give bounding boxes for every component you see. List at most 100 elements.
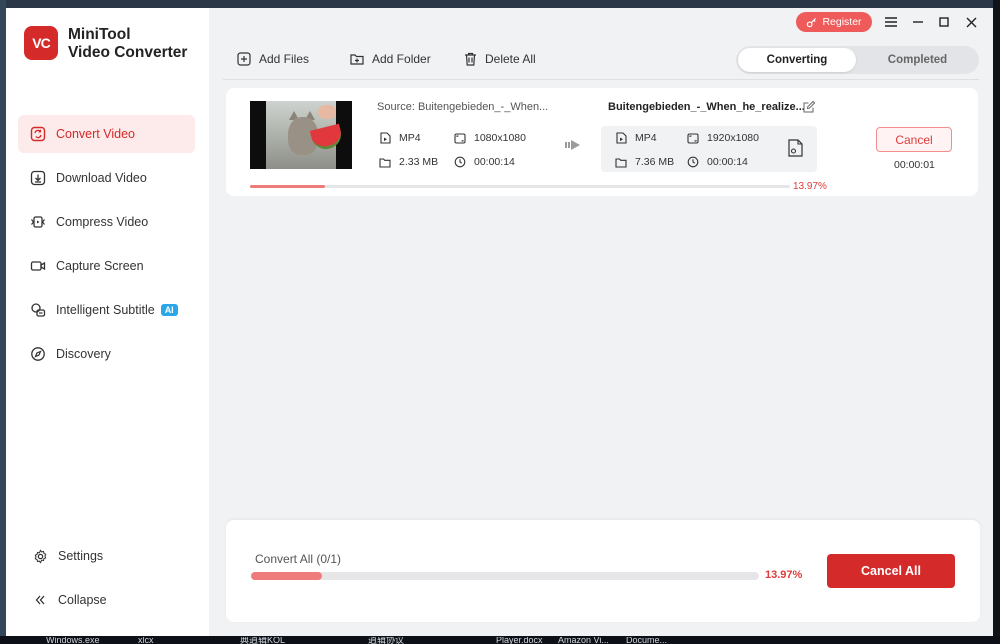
sidebar-item-convert-video[interactable]: Convert Video (18, 115, 195, 153)
output-resolution-value: 1920x1080 (707, 132, 759, 144)
collapse-button[interactable]: Collapse (32, 592, 192, 608)
status-tabs: Converting Completed (736, 46, 979, 74)
desktop-edge-right (993, 0, 1000, 644)
close-button[interactable] (962, 13, 980, 31)
output-size-value: 7.36 MB (635, 156, 675, 168)
clock-icon (454, 156, 466, 168)
source-size-value: 2.33 MB (399, 156, 439, 168)
source-duration: 00:00:14 (454, 156, 515, 168)
add-files-label: Add Files (259, 52, 310, 66)
app-title: MiniTool Video Converter (68, 26, 187, 62)
task-progress-bar (250, 185, 790, 188)
register-label: Register (822, 16, 862, 28)
brand-line2: Video Converter (68, 44, 188, 61)
taskbar-item[interactable]: Docume... (626, 637, 667, 644)
output-settings-box[interactable]: MP4 1920x1080 7.36 MB 00:00:14 (601, 126, 817, 172)
camera-icon (30, 258, 46, 274)
ai-badge: AI (160, 304, 178, 316)
app-logo: VC (24, 26, 58, 60)
taskbar-item[interactable]: 逍辑协议 (368, 637, 404, 644)
sidebar-item-label: Download Video (56, 171, 147, 185)
main-area: Register Add Files Add Folder Delete All… (209, 8, 993, 636)
collapse-label: Collapse (58, 593, 107, 607)
video-file-icon (615, 132, 627, 144)
conversion-task-card: Source: Buitengebieden_-_When... MP4 108… (226, 88, 978, 196)
source-size: 2.33 MB (379, 156, 438, 168)
add-folder-icon (350, 52, 364, 66)
thumbnail-hand (318, 105, 336, 119)
sidebar-item-label: Discovery (56, 347, 111, 361)
sidebar-item-discovery[interactable]: Discovery (18, 335, 195, 373)
delete-all-label: Delete All (485, 52, 536, 66)
key-icon (807, 17, 817, 27)
minimize-icon (913, 21, 923, 23)
edit-icon[interactable] (803, 100, 816, 113)
close-icon (966, 17, 976, 27)
folder-icon (615, 156, 627, 168)
gear-icon (32, 548, 48, 564)
convert-all-panel: Convert All (0/1) 13.97% Cancel All (226, 520, 980, 622)
add-file-icon (237, 52, 251, 66)
sidebar-item-label: Capture Screen (56, 259, 144, 273)
subtitle-icon (30, 302, 46, 318)
maximize-icon (939, 17, 949, 27)
add-folder-button[interactable]: Add Folder (350, 52, 431, 66)
register-button[interactable]: Register (796, 12, 872, 32)
title-bar: Register (209, 8, 993, 38)
output-format-value: MP4 (635, 132, 657, 144)
app-window: VC MiniTool Video Converter Convert Vide… (6, 8, 993, 636)
video-file-icon (379, 132, 391, 144)
video-thumbnail[interactable] (250, 101, 352, 169)
thumbnail-scene (266, 101, 345, 169)
cancel-button[interactable]: Cancel (876, 127, 952, 152)
task-progress-percent: 13.97% (793, 181, 827, 192)
source-format-value: MP4 (399, 132, 421, 144)
convert-all-progress-bar (251, 572, 759, 580)
elapsed-time: 00:00:01 (894, 159, 935, 171)
taskbar-item[interactable]: Windows.exe (46, 637, 100, 644)
sidebar-item-capture-screen[interactable]: Capture Screen (18, 247, 195, 285)
sidebar-nav: Convert Video Download Video Compress Vi… (18, 115, 195, 379)
resolution-icon (454, 132, 466, 144)
output-resolution: 1920x1080 (687, 132, 759, 144)
taskbar-item[interactable]: 典逍辑KOL (240, 637, 285, 644)
output-settings-icon[interactable] (788, 139, 806, 159)
brand-line1: MiniTool (68, 26, 131, 43)
minimize-button[interactable] (909, 13, 927, 31)
sidebar-item-label: Compress Video (56, 215, 149, 229)
sidebar-item-intelligent-subtitle[interactable]: Intelligent Subtitle AI (18, 291, 195, 329)
clock-icon (687, 156, 699, 168)
add-folder-label: Add Folder (372, 52, 431, 66)
sidebar-item-download-video[interactable]: Download Video (18, 159, 195, 197)
output-duration-value: 00:00:14 (707, 156, 748, 168)
settings-button[interactable]: Settings (32, 548, 192, 564)
sidebar-item-label: Intelligent Subtitle (56, 303, 155, 317)
double-chevron-left-icon (32, 592, 48, 608)
sidebar-item-compress-video[interactable]: Compress Video (18, 203, 195, 241)
maximize-button[interactable] (935, 13, 953, 31)
taskbar-labels: Windows.exe xlcx 典逍辑KOL 逍辑协议 Player.docx… (0, 637, 1000, 644)
add-files-button[interactable]: Add Files (237, 52, 309, 66)
taskbar-item[interactable]: Player.docx (496, 637, 543, 644)
taskbar-item[interactable]: xlcx (138, 637, 154, 644)
cancel-all-button[interactable]: Cancel All (827, 554, 955, 588)
convert-arrow-icon (564, 136, 582, 154)
source-duration-value: 00:00:14 (474, 156, 515, 168)
sidebar: VC MiniTool Video Converter Convert Vide… (6, 8, 209, 636)
trash-icon (463, 52, 477, 66)
output-filename: Buitengebieden_-_When_he_realize... (608, 101, 805, 113)
compress-icon (30, 214, 46, 230)
compass-icon (30, 346, 46, 362)
output-duration: 00:00:14 (687, 156, 748, 168)
tab-completed[interactable]: Completed (858, 48, 977, 72)
source-format: MP4 (379, 132, 421, 144)
source-resolution-value: 1080x1080 (474, 132, 526, 144)
sidebar-item-label: Convert Video (56, 127, 135, 141)
convert-all-status: Convert All (0/1) (255, 552, 342, 566)
tab-converting[interactable]: Converting (738, 48, 856, 72)
task-progress-fill (250, 185, 326, 188)
delete-all-button[interactable]: Delete All (463, 52, 536, 66)
convert-icon (30, 126, 46, 142)
taskbar-item[interactable]: Amazon Vi... (558, 637, 609, 644)
menu-button[interactable] (882, 13, 900, 31)
